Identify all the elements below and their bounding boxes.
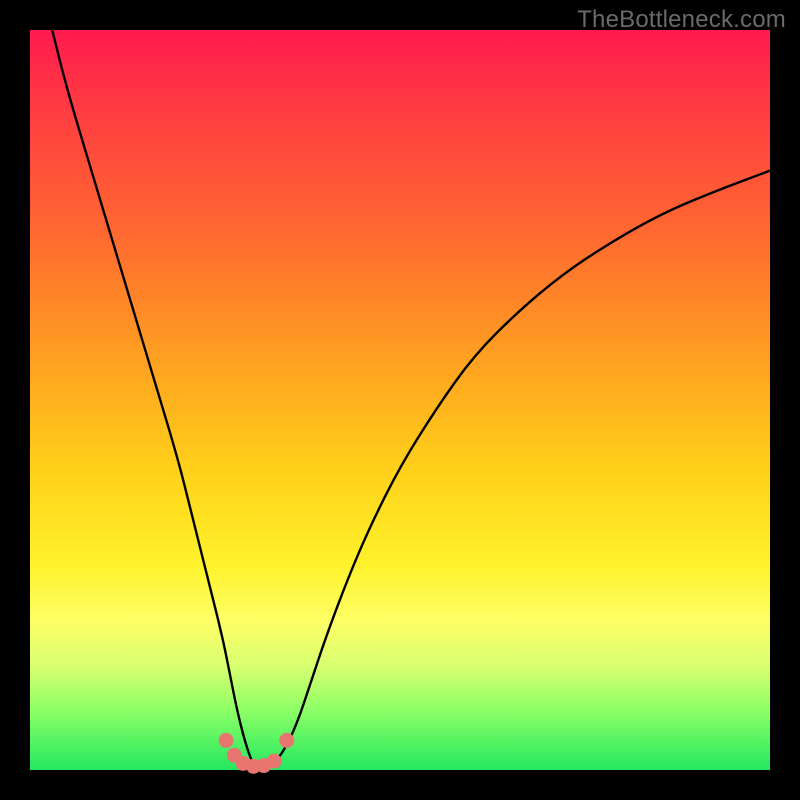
highlight-dot (279, 733, 294, 748)
highlight-dot (219, 733, 234, 748)
bottleneck-curve (52, 30, 770, 770)
plot-area (30, 30, 770, 770)
highlight-dot (267, 754, 282, 769)
chart-svg (30, 30, 770, 770)
watermark-text: TheBottleneck.com (577, 6, 786, 34)
outer-frame: TheBottleneck.com (0, 0, 800, 800)
